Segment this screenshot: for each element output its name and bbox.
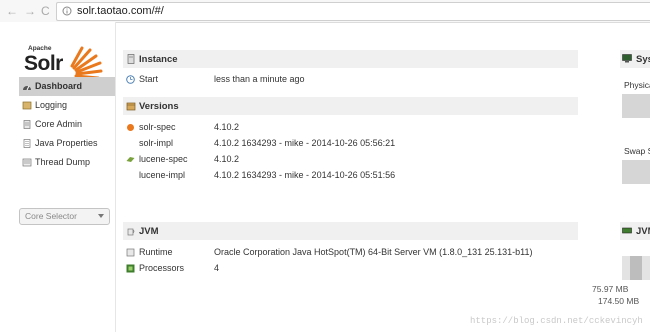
version-value: 4.10.2 bbox=[214, 154, 240, 164]
sidebar-item-label: Thread Dump bbox=[35, 157, 91, 167]
url-text: solr.taotao.com/#/ bbox=[77, 5, 164, 17]
browser-toolbar: ← → C solr.taotao.com/#/ bbox=[0, 0, 650, 23]
physical-memory-label: Physica bbox=[624, 80, 650, 90]
jvm-memory-title: JVM bbox=[636, 226, 650, 237]
sidebar-item-label: Core Admin bbox=[35, 119, 83, 129]
sidebar-item-thread-dump[interactable]: Thread Dump bbox=[19, 153, 115, 172]
memory-icon bbox=[622, 227, 632, 234]
forward-icon[interactable]: → bbox=[24, 4, 36, 18]
main-menu: Dashboard Logging Core Admin Java Proper… bbox=[19, 77, 115, 172]
dashboard-icon bbox=[23, 85, 31, 91]
processor-icon bbox=[126, 264, 135, 273]
sidebar: Apache Solr Dashboard Logging Core Admin bbox=[0, 22, 116, 332]
jvm-memory-used: 75.97 MB bbox=[592, 284, 629, 294]
version-key: lucene-spec bbox=[139, 154, 188, 164]
swap-space-bar bbox=[622, 160, 650, 184]
jvm-panel: JVM Runtime Oracle Corporation Java HotS… bbox=[123, 222, 578, 276]
back-icon[interactable]: ← bbox=[6, 4, 18, 18]
swap-space-label: Swap S bbox=[624, 146, 650, 156]
system-header: Sys bbox=[620, 50, 650, 68]
version-key: solr-impl bbox=[139, 138, 174, 148]
versions-panel: Versions solr-spec 4.10.2 solr-impl 4.10… bbox=[123, 97, 578, 183]
start-row: Start less than a minute ago bbox=[123, 71, 578, 87]
reload-icon[interactable]: C bbox=[41, 4, 50, 18]
system-title: Sys bbox=[636, 54, 650, 65]
versions-title: Versions bbox=[139, 101, 179, 112]
sidebar-item-logging[interactable]: Logging bbox=[19, 96, 115, 115]
jvm-header: JVM bbox=[123, 222, 578, 240]
sidebar-item-label: Dashboard bbox=[35, 81, 83, 91]
version-row: lucene-spec 4.10.2 bbox=[123, 151, 578, 167]
monitor-icon bbox=[622, 54, 632, 63]
jvm-memory-header: JVM bbox=[620, 222, 650, 240]
core-admin-icon bbox=[23, 120, 31, 129]
version-row: lucene-impl 4.10.2 1634293 - mike - 2014… bbox=[123, 167, 578, 183]
start-label: Start bbox=[139, 74, 159, 84]
instance-title: Instance bbox=[139, 54, 178, 65]
runtime-icon bbox=[126, 248, 135, 257]
physical-memory-bar bbox=[622, 94, 650, 118]
version-value: 4.10.2 1634293 - mike - 2014-10-26 05:51… bbox=[214, 170, 396, 180]
version-row: solr-spec 4.10.2 bbox=[123, 119, 578, 135]
runtime-value: Oracle Corporation Java HotSpot(TM) 64-B… bbox=[214, 247, 533, 257]
jvm-memory-panel: JVM bbox=[620, 222, 650, 240]
jvm-memory-used-bar bbox=[630, 256, 642, 280]
sidebar-item-label: Logging bbox=[35, 100, 68, 110]
jvm-title: JVM bbox=[139, 226, 159, 237]
processors-label: Processors bbox=[139, 263, 185, 273]
runtime-label: Runtime bbox=[139, 247, 173, 257]
java-properties-icon bbox=[23, 139, 31, 148]
sidebar-item-dashboard[interactable]: Dashboard bbox=[19, 77, 115, 96]
logo-solr-text: Solr bbox=[24, 52, 63, 75]
processors-row: Processors 4 bbox=[123, 260, 578, 276]
package-icon bbox=[126, 102, 136, 111]
address-bar[interactable]: solr.taotao.com/#/ bbox=[56, 2, 650, 21]
logo-apache-text: Apache bbox=[28, 45, 52, 52]
sidebar-item-label: Java Properties bbox=[35, 138, 98, 148]
chevron-down-icon bbox=[98, 214, 104, 218]
version-key: solr-spec bbox=[139, 122, 176, 132]
jvm-memory-total: 174.50 MB bbox=[598, 296, 640, 306]
clock-icon bbox=[126, 75, 135, 84]
runtime-row: Runtime Oracle Corporation Java HotSpot(… bbox=[123, 244, 578, 260]
thread-dump-icon bbox=[22, 158, 32, 167]
system-panel: Sys bbox=[620, 50, 650, 68]
version-key: lucene-impl bbox=[139, 170, 186, 180]
version-value: 4.10.2 1634293 - mike - 2014-10-26 05:56… bbox=[214, 138, 396, 148]
instance-panel: Instance Start less than a minute ago bbox=[123, 50, 578, 87]
watermark: https://blog.csdn.net/cckevincyh bbox=[470, 316, 643, 326]
server-icon bbox=[127, 54, 135, 64]
start-value: less than a minute ago bbox=[214, 74, 305, 84]
instance-header: Instance bbox=[123, 50, 578, 68]
processors-value: 4 bbox=[214, 263, 220, 273]
sidebar-item-java-properties[interactable]: Java Properties bbox=[19, 134, 115, 153]
java-cup-icon bbox=[127, 228, 135, 236]
versions-header: Versions bbox=[123, 97, 578, 115]
solr-icon bbox=[127, 124, 134, 131]
version-value: 4.10.2 bbox=[214, 122, 240, 132]
lucene-icon bbox=[126, 157, 135, 162]
page-info-icon bbox=[62, 6, 72, 16]
core-selector-dropdown[interactable]: Core Selector bbox=[19, 208, 110, 225]
version-row: solr-impl 4.10.2 1634293 - mike - 2014-1… bbox=[123, 135, 578, 151]
sidebar-item-core-admin[interactable]: Core Admin bbox=[19, 115, 115, 134]
logging-icon bbox=[22, 101, 32, 110]
core-selector-label: Core Selector bbox=[25, 211, 77, 221]
